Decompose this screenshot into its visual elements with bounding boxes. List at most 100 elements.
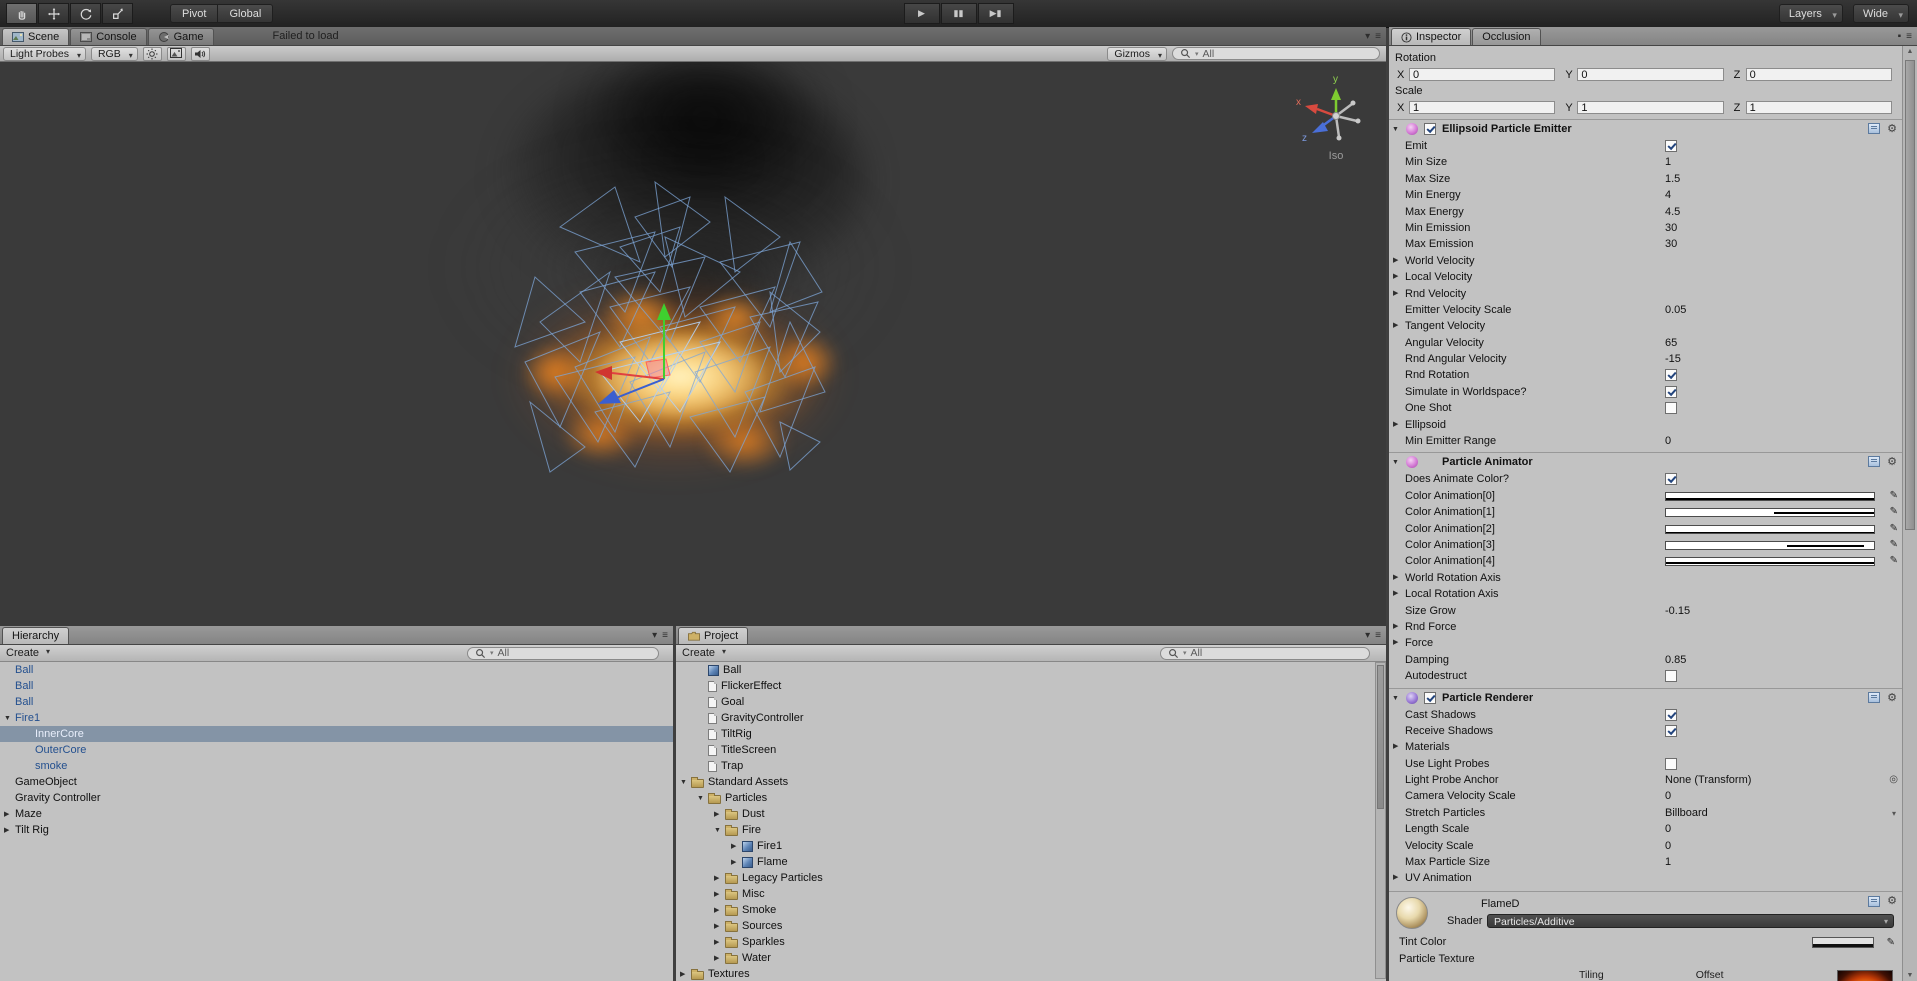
inspector-property-row[interactable]: UV Animation ✎ ◎ (1389, 870, 1902, 886)
project-row[interactable]: Sparkles (676, 934, 1374, 950)
property-checkbox[interactable] (1665, 757, 1677, 770)
inspector-property-row[interactable]: Rnd Rotation ✎ ◎ (1389, 367, 1902, 383)
project-row[interactable]: Water (676, 950, 1374, 966)
inspector-property-row[interactable]: Rnd Velocity ✎ ◎ (1389, 286, 1902, 302)
inspector-property-row[interactable]: Color Animation[1] ✎ ◎ (1389, 504, 1902, 520)
foldout-arrow-icon[interactable] (714, 906, 725, 914)
inspector-property-row[interactable]: Color Animation[0] ✎ ◎ (1389, 488, 1902, 504)
eyedropper-icon[interactable]: ✎ (1890, 504, 1898, 520)
component-header-animator[interactable]: ▼ Particle Animator ⚙ (1389, 452, 1902, 471)
inspector-property-row[interactable]: Simulate in Worldspace? ✎ ◎ (1389, 384, 1902, 400)
hierarchy-row[interactable]: smoke (0, 758, 673, 774)
scene-search-input[interactable]: ▾ All (1172, 47, 1380, 60)
property-checkbox[interactable] (1665, 473, 1677, 486)
property-value[interactable]: 4 (1665, 187, 1671, 203)
pane-dropdown-icon[interactable]: ▾ (1365, 630, 1370, 641)
foldout-arrow-icon[interactable] (680, 779, 691, 786)
inspector-property-row[interactable]: World Rotation Axis ✎ ◎ (1389, 570, 1902, 586)
scrollbar-thumb[interactable] (1377, 665, 1384, 809)
inspector-property-row[interactable]: World Velocity ✎ ◎ (1389, 253, 1902, 269)
scene-audio-toggle[interactable] (190, 46, 210, 61)
inspector-property-row[interactable]: Rnd Angular Velocity -15 ✎ ◎ (1389, 351, 1902, 367)
property-value[interactable]: 65 (1665, 335, 1677, 351)
gradient-bar[interactable] (1665, 508, 1875, 518)
gizmos-dropdown[interactable]: Gizmos (1107, 46, 1167, 62)
component-enabled-checkbox[interactable] (1424, 691, 1436, 704)
hierarchy-row[interactable]: Ball (0, 662, 673, 678)
project-row[interactable]: Trap (676, 758, 1374, 774)
scene-lighting-toggle[interactable] (142, 46, 162, 61)
property-checkbox[interactable] (1665, 140, 1677, 152)
foldout-arrow-icon[interactable] (680, 970, 691, 978)
inspector-property-row[interactable]: Local Rotation Axis ✎ ◎ (1389, 586, 1902, 602)
project-row[interactable]: Fire (676, 822, 1374, 838)
axis-value-field[interactable]: 1 (1745, 101, 1892, 114)
inspector-property-row[interactable]: Local Velocity ✎ ◎ (1389, 269, 1902, 285)
component-header-renderer[interactable]: ▼ Particle Renderer ⚙ (1389, 687, 1902, 708)
inspector-property-row[interactable]: Use Light Probes ✎ ◎ (1389, 756, 1902, 772)
inspector-property-row[interactable]: Materials ✎ ◎ (1389, 739, 1902, 755)
axis-value-field[interactable]: 1 (1409, 101, 1556, 114)
hierarchy-row[interactable]: Gravity Controller (0, 790, 673, 806)
property-value[interactable]: 0 (1665, 788, 1671, 804)
inspector-property-row[interactable]: Min Energy 4 ✎ ◎ (1389, 187, 1902, 203)
hierarchy-row[interactable]: OuterCore (0, 742, 673, 758)
axis-value-field[interactable]: 0 (1409, 68, 1556, 81)
particle-texture-thumbnail[interactable] (1837, 969, 1893, 981)
tint-color-swatch[interactable] (1812, 936, 1874, 948)
inspector-property-row[interactable]: Ellipsoid ✎ ◎ (1389, 417, 1902, 433)
property-checkbox[interactable] (1665, 385, 1677, 398)
gradient-bar[interactable] (1665, 557, 1875, 567)
inspector-property-row[interactable]: Max Size 1.5 ✎ ◎ (1389, 171, 1902, 187)
inspector-property-row[interactable]: Min Emitter Range 0 ✎ ◎ (1389, 433, 1902, 449)
project-row[interactable]: Sources (676, 918, 1374, 934)
inspector-property-row[interactable]: Size Grow -0.15 ✎ ◎ (1389, 603, 1902, 619)
project-row[interactable]: Ball (676, 662, 1374, 678)
foldout-arrow-icon[interactable] (714, 874, 725, 882)
inspector-property-row[interactable]: Camera Velocity Scale 0 ✎ ◎ (1389, 788, 1902, 804)
layout-dropdown[interactable]: Wide (1852, 4, 1909, 24)
inspector-property-row[interactable]: Max Particle Size 1 ✎ ◎ (1389, 854, 1902, 870)
foldout-arrow-icon[interactable]: ▼ (1392, 690, 1399, 708)
inspector-property-row[interactable]: Cast Shadows ✎ ◎ (1389, 707, 1902, 723)
inspector-property-row[interactable]: Color Animation[2] ✎ ◎ (1389, 521, 1902, 537)
project-row[interactable]: FlickerEffect (676, 678, 1374, 694)
gradient-bar[interactable] (1665, 524, 1875, 534)
orientation-gizmo[interactable]: y x z (1296, 74, 1361, 144)
inspector-property-row[interactable]: Autodestruct ✎ ◎ (1389, 668, 1902, 684)
scroll-down-icon[interactable]: ▼ (1903, 972, 1917, 979)
foldout-arrow-icon[interactable] (731, 858, 742, 866)
create-menu-button[interactable]: Create (6, 647, 52, 659)
inspector-property-row[interactable]: Emit ✎ ◎ (1389, 138, 1902, 154)
foldout-arrow-icon[interactable] (714, 922, 725, 930)
step-button[interactable]: ▶▮ (977, 3, 1014, 24)
tint-color-row[interactable]: Tint Color ✎ (1389, 934, 1902, 951)
property-value[interactable]: -0.15 (1665, 603, 1690, 619)
foldout-arrow-icon[interactable] (714, 938, 725, 946)
hierarchy-row[interactable]: Ball (0, 678, 673, 694)
pane-menu-icon[interactable]: ≡ (662, 630, 668, 641)
hierarchy-row[interactable]: InnerCore (0, 726, 673, 742)
foldout-arrow-icon[interactable] (1393, 570, 1398, 586)
scroll-up-icon[interactable]: ▲ (1903, 48, 1917, 55)
tab-console[interactable]: Console (70, 28, 147, 45)
gear-icon[interactable]: ⚙ (1887, 894, 1897, 907)
gradient-bar[interactable] (1665, 540, 1875, 550)
search-filter-arrow-icon[interactable]: ▾ (1195, 50, 1199, 58)
property-value[interactable]: 30 (1665, 236, 1677, 252)
hierarchy-row[interactable]: Ball (0, 694, 673, 710)
project-row[interactable]: Goal (676, 694, 1374, 710)
foldout-arrow-icon[interactable]: ▼ (1392, 121, 1399, 139)
pane-menu-icon[interactable]: ≡ (1375, 31, 1381, 42)
pane-dropdown-icon[interactable]: ▾ (652, 630, 657, 641)
axis-value-field[interactable]: 1 (1577, 101, 1724, 114)
inspector-property-row[interactable]: Length Scale 0 ✎ ◎ (1389, 821, 1902, 837)
inspector-property-row[interactable]: Receive Shadows ✎ ◎ (1389, 723, 1902, 739)
inspector-property-row[interactable]: Rnd Force ✎ ◎ (1389, 619, 1902, 635)
eyedropper-icon[interactable]: ✎ (1887, 934, 1895, 951)
hierarchy-search-input[interactable]: ▾ All (467, 646, 659, 660)
inspector-property-row[interactable]: Force ✎ ◎ (1389, 635, 1902, 651)
project-row[interactable]: TitleScreen (676, 742, 1374, 758)
foldout-arrow-icon[interactable] (697, 795, 708, 802)
inspector-property-row[interactable]: Stretch Particles Billboard ✎ ◎ (1389, 805, 1902, 823)
